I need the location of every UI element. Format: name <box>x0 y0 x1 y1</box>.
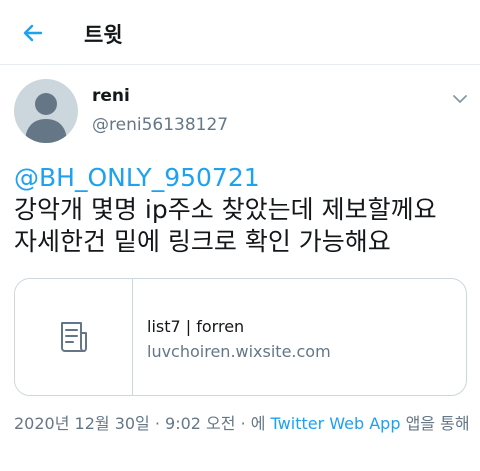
top-bar: 트윗 <box>0 0 480 65</box>
tweet-line-1: 강악개 몇명 ip주소 찾았는데 제보할께요 <box>14 195 437 224</box>
timestamp[interactable]: 2020년 12월 30일 · 9:02 오전 · 에 <box>14 414 271 433</box>
user-handle[interactable]: @reni56138127 <box>92 115 228 135</box>
article-icon <box>60 322 87 352</box>
chevron-down-icon <box>453 95 467 103</box>
back-arrow-icon <box>23 24 43 42</box>
source-app-link[interactable]: Twitter Web App <box>271 414 401 433</box>
source-suffix: 앱을 통해 <box>400 414 470 433</box>
back-button[interactable] <box>19 19 47 47</box>
more-options-button[interactable] <box>452 90 468 103</box>
link-card[interactable]: list7 | forren luvchoiren.wixsite.com <box>14 278 467 396</box>
avatar[interactable] <box>14 79 78 143</box>
default-avatar-icon <box>25 93 67 143</box>
tweet-line-2: 자세한건 밑에 링크로 확인 가능해요 <box>14 227 391 256</box>
tweet-text: @BH_ONLY_950721 강악개 몇명 ip주소 찾았는데 제보할께요 자… <box>14 162 469 258</box>
card-title: list7 | forren <box>147 317 245 336</box>
mention-link[interactable]: @BH_ONLY_950721 <box>14 162 469 194</box>
card-domain: luvchoiren.wixsite.com <box>147 342 331 361</box>
card-thumbnail <box>15 279 133 395</box>
user-name[interactable]: reni <box>92 86 130 106</box>
tweet-meta: 2020년 12월 30일 · 9:02 오전 · 에 Twitter Web … <box>14 412 474 436</box>
page-title: 트윗 <box>84 23 123 47</box>
